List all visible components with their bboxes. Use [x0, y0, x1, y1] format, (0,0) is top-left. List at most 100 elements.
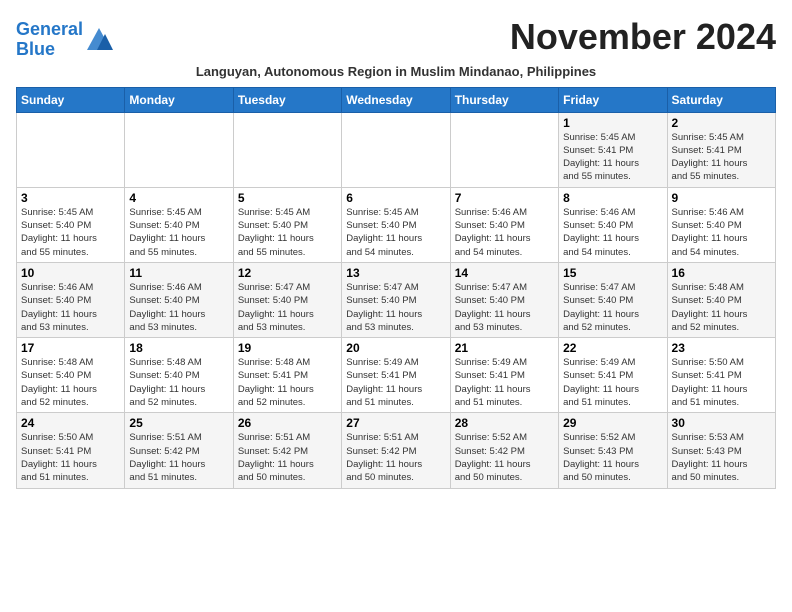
- day-info: Sunrise: 5:45 AM Sunset: 5:41 PM Dayligh…: [672, 131, 771, 184]
- day-info: Sunrise: 5:47 AM Sunset: 5:40 PM Dayligh…: [455, 281, 554, 334]
- calendar-cell: 14Sunrise: 5:47 AM Sunset: 5:40 PM Dayli…: [450, 262, 558, 337]
- calendar-cell: [17, 112, 125, 187]
- day-number: 8: [563, 191, 662, 205]
- day-number: 3: [21, 191, 120, 205]
- calendar-cell: 1Sunrise: 5:45 AM Sunset: 5:41 PM Daylig…: [559, 112, 667, 187]
- calendar-cell: 17Sunrise: 5:48 AM Sunset: 5:40 PM Dayli…: [17, 338, 125, 413]
- calendar-cell: 23Sunrise: 5:50 AM Sunset: 5:41 PM Dayli…: [667, 338, 775, 413]
- calendar-cell: 20Sunrise: 5:49 AM Sunset: 5:41 PM Dayli…: [342, 338, 450, 413]
- day-number: 25: [129, 416, 228, 430]
- day-number: 13: [346, 266, 445, 280]
- day-info: Sunrise: 5:49 AM Sunset: 5:41 PM Dayligh…: [563, 356, 662, 409]
- day-number: 18: [129, 341, 228, 355]
- day-info: Sunrise: 5:47 AM Sunset: 5:40 PM Dayligh…: [563, 281, 662, 334]
- calendar-cell: 5Sunrise: 5:45 AM Sunset: 5:40 PM Daylig…: [233, 187, 341, 262]
- calendar-cell: 12Sunrise: 5:47 AM Sunset: 5:40 PM Dayli…: [233, 262, 341, 337]
- day-info: Sunrise: 5:52 AM Sunset: 5:43 PM Dayligh…: [563, 431, 662, 484]
- calendar-cell: 19Sunrise: 5:48 AM Sunset: 5:41 PM Dayli…: [233, 338, 341, 413]
- day-info: Sunrise: 5:48 AM Sunset: 5:41 PM Dayligh…: [238, 356, 337, 409]
- calendar-week-4: 17Sunrise: 5:48 AM Sunset: 5:40 PM Dayli…: [17, 338, 776, 413]
- calendar-cell: 18Sunrise: 5:48 AM Sunset: 5:40 PM Dayli…: [125, 338, 233, 413]
- calendar-week-2: 3Sunrise: 5:45 AM Sunset: 5:40 PM Daylig…: [17, 187, 776, 262]
- day-info: Sunrise: 5:50 AM Sunset: 5:41 PM Dayligh…: [672, 356, 771, 409]
- calendar-cell: [342, 112, 450, 187]
- calendar-cell: 24Sunrise: 5:50 AM Sunset: 5:41 PM Dayli…: [17, 413, 125, 488]
- day-info: Sunrise: 5:49 AM Sunset: 5:41 PM Dayligh…: [455, 356, 554, 409]
- day-number: 19: [238, 341, 337, 355]
- day-info: Sunrise: 5:51 AM Sunset: 5:42 PM Dayligh…: [129, 431, 228, 484]
- calendar-cell: 29Sunrise: 5:52 AM Sunset: 5:43 PM Dayli…: [559, 413, 667, 488]
- calendar-cell: 27Sunrise: 5:51 AM Sunset: 5:42 PM Dayli…: [342, 413, 450, 488]
- day-info: Sunrise: 5:53 AM Sunset: 5:43 PM Dayligh…: [672, 431, 771, 484]
- day-number: 12: [238, 266, 337, 280]
- day-info: Sunrise: 5:46 AM Sunset: 5:40 PM Dayligh…: [21, 281, 120, 334]
- month-title: November 2024: [510, 16, 776, 58]
- calendar-cell: 10Sunrise: 5:46 AM Sunset: 5:40 PM Dayli…: [17, 262, 125, 337]
- day-info: Sunrise: 5:48 AM Sunset: 5:40 PM Dayligh…: [21, 356, 120, 409]
- calendar-week-3: 10Sunrise: 5:46 AM Sunset: 5:40 PM Dayli…: [17, 262, 776, 337]
- calendar-cell: 8Sunrise: 5:46 AM Sunset: 5:40 PM Daylig…: [559, 187, 667, 262]
- day-info: Sunrise: 5:45 AM Sunset: 5:40 PM Dayligh…: [346, 206, 445, 259]
- day-number: 27: [346, 416, 445, 430]
- calendar-cell: 22Sunrise: 5:49 AM Sunset: 5:41 PM Dayli…: [559, 338, 667, 413]
- day-number: 4: [129, 191, 228, 205]
- header: GeneralBlue November 2024: [16, 16, 776, 60]
- calendar-week-5: 24Sunrise: 5:50 AM Sunset: 5:41 PM Dayli…: [17, 413, 776, 488]
- calendar-cell: 7Sunrise: 5:46 AM Sunset: 5:40 PM Daylig…: [450, 187, 558, 262]
- calendar-cell: 4Sunrise: 5:45 AM Sunset: 5:40 PM Daylig…: [125, 187, 233, 262]
- weekday-header-saturday: Saturday: [667, 87, 775, 112]
- day-number: 22: [563, 341, 662, 355]
- day-info: Sunrise: 5:47 AM Sunset: 5:40 PM Dayligh…: [346, 281, 445, 334]
- weekday-header-wednesday: Wednesday: [342, 87, 450, 112]
- logo-text: GeneralBlue: [16, 20, 83, 60]
- day-number: 23: [672, 341, 771, 355]
- day-number: 17: [21, 341, 120, 355]
- calendar-cell: 30Sunrise: 5:53 AM Sunset: 5:43 PM Dayli…: [667, 413, 775, 488]
- calendar-cell: 13Sunrise: 5:47 AM Sunset: 5:40 PM Dayli…: [342, 262, 450, 337]
- day-number: 11: [129, 266, 228, 280]
- weekday-header-tuesday: Tuesday: [233, 87, 341, 112]
- day-info: Sunrise: 5:47 AM Sunset: 5:40 PM Dayligh…: [238, 281, 337, 334]
- day-number: 16: [672, 266, 771, 280]
- day-number: 9: [672, 191, 771, 205]
- day-number: 15: [563, 266, 662, 280]
- day-info: Sunrise: 5:48 AM Sunset: 5:40 PM Dayligh…: [129, 356, 228, 409]
- day-info: Sunrise: 5:52 AM Sunset: 5:42 PM Dayligh…: [455, 431, 554, 484]
- day-number: 26: [238, 416, 337, 430]
- day-info: Sunrise: 5:45 AM Sunset: 5:40 PM Dayligh…: [238, 206, 337, 259]
- calendar-cell: 2Sunrise: 5:45 AM Sunset: 5:41 PM Daylig…: [667, 112, 775, 187]
- day-number: 1: [563, 116, 662, 130]
- day-info: Sunrise: 5:46 AM Sunset: 5:40 PM Dayligh…: [129, 281, 228, 334]
- day-number: 5: [238, 191, 337, 205]
- calendar-cell: 26Sunrise: 5:51 AM Sunset: 5:42 PM Dayli…: [233, 413, 341, 488]
- calendar-cell: 21Sunrise: 5:49 AM Sunset: 5:41 PM Dayli…: [450, 338, 558, 413]
- calendar-cell: 3Sunrise: 5:45 AM Sunset: 5:40 PM Daylig…: [17, 187, 125, 262]
- day-info: Sunrise: 5:49 AM Sunset: 5:41 PM Dayligh…: [346, 356, 445, 409]
- day-number: 24: [21, 416, 120, 430]
- weekday-header-friday: Friday: [559, 87, 667, 112]
- day-number: 30: [672, 416, 771, 430]
- day-info: Sunrise: 5:46 AM Sunset: 5:40 PM Dayligh…: [672, 206, 771, 259]
- day-info: Sunrise: 5:51 AM Sunset: 5:42 PM Dayligh…: [238, 431, 337, 484]
- logo: GeneralBlue: [16, 20, 113, 60]
- calendar-cell: 16Sunrise: 5:48 AM Sunset: 5:40 PM Dayli…: [667, 262, 775, 337]
- weekday-header-monday: Monday: [125, 87, 233, 112]
- day-info: Sunrise: 5:45 AM Sunset: 5:41 PM Dayligh…: [563, 131, 662, 184]
- day-info: Sunrise: 5:50 AM Sunset: 5:41 PM Dayligh…: [21, 431, 120, 484]
- weekday-header-row: SundayMondayTuesdayWednesdayThursdayFrid…: [17, 87, 776, 112]
- calendar-subtitle: Languyan, Autonomous Region in Muslim Mi…: [16, 64, 776, 79]
- day-info: Sunrise: 5:48 AM Sunset: 5:40 PM Dayligh…: [672, 281, 771, 334]
- weekday-header-sunday: Sunday: [17, 87, 125, 112]
- calendar-cell: 25Sunrise: 5:51 AM Sunset: 5:42 PM Dayli…: [125, 413, 233, 488]
- calendar-cell: 9Sunrise: 5:46 AM Sunset: 5:40 PM Daylig…: [667, 187, 775, 262]
- day-number: 21: [455, 341, 554, 355]
- calendar-cell: [125, 112, 233, 187]
- day-info: Sunrise: 5:45 AM Sunset: 5:40 PM Dayligh…: [129, 206, 228, 259]
- calendar-cell: 15Sunrise: 5:47 AM Sunset: 5:40 PM Dayli…: [559, 262, 667, 337]
- day-info: Sunrise: 5:46 AM Sunset: 5:40 PM Dayligh…: [455, 206, 554, 259]
- calendar-week-1: 1Sunrise: 5:45 AM Sunset: 5:41 PM Daylig…: [17, 112, 776, 187]
- day-number: 7: [455, 191, 554, 205]
- day-info: Sunrise: 5:45 AM Sunset: 5:40 PM Dayligh…: [21, 206, 120, 259]
- calendar-cell: 11Sunrise: 5:46 AM Sunset: 5:40 PM Dayli…: [125, 262, 233, 337]
- day-info: Sunrise: 5:51 AM Sunset: 5:42 PM Dayligh…: [346, 431, 445, 484]
